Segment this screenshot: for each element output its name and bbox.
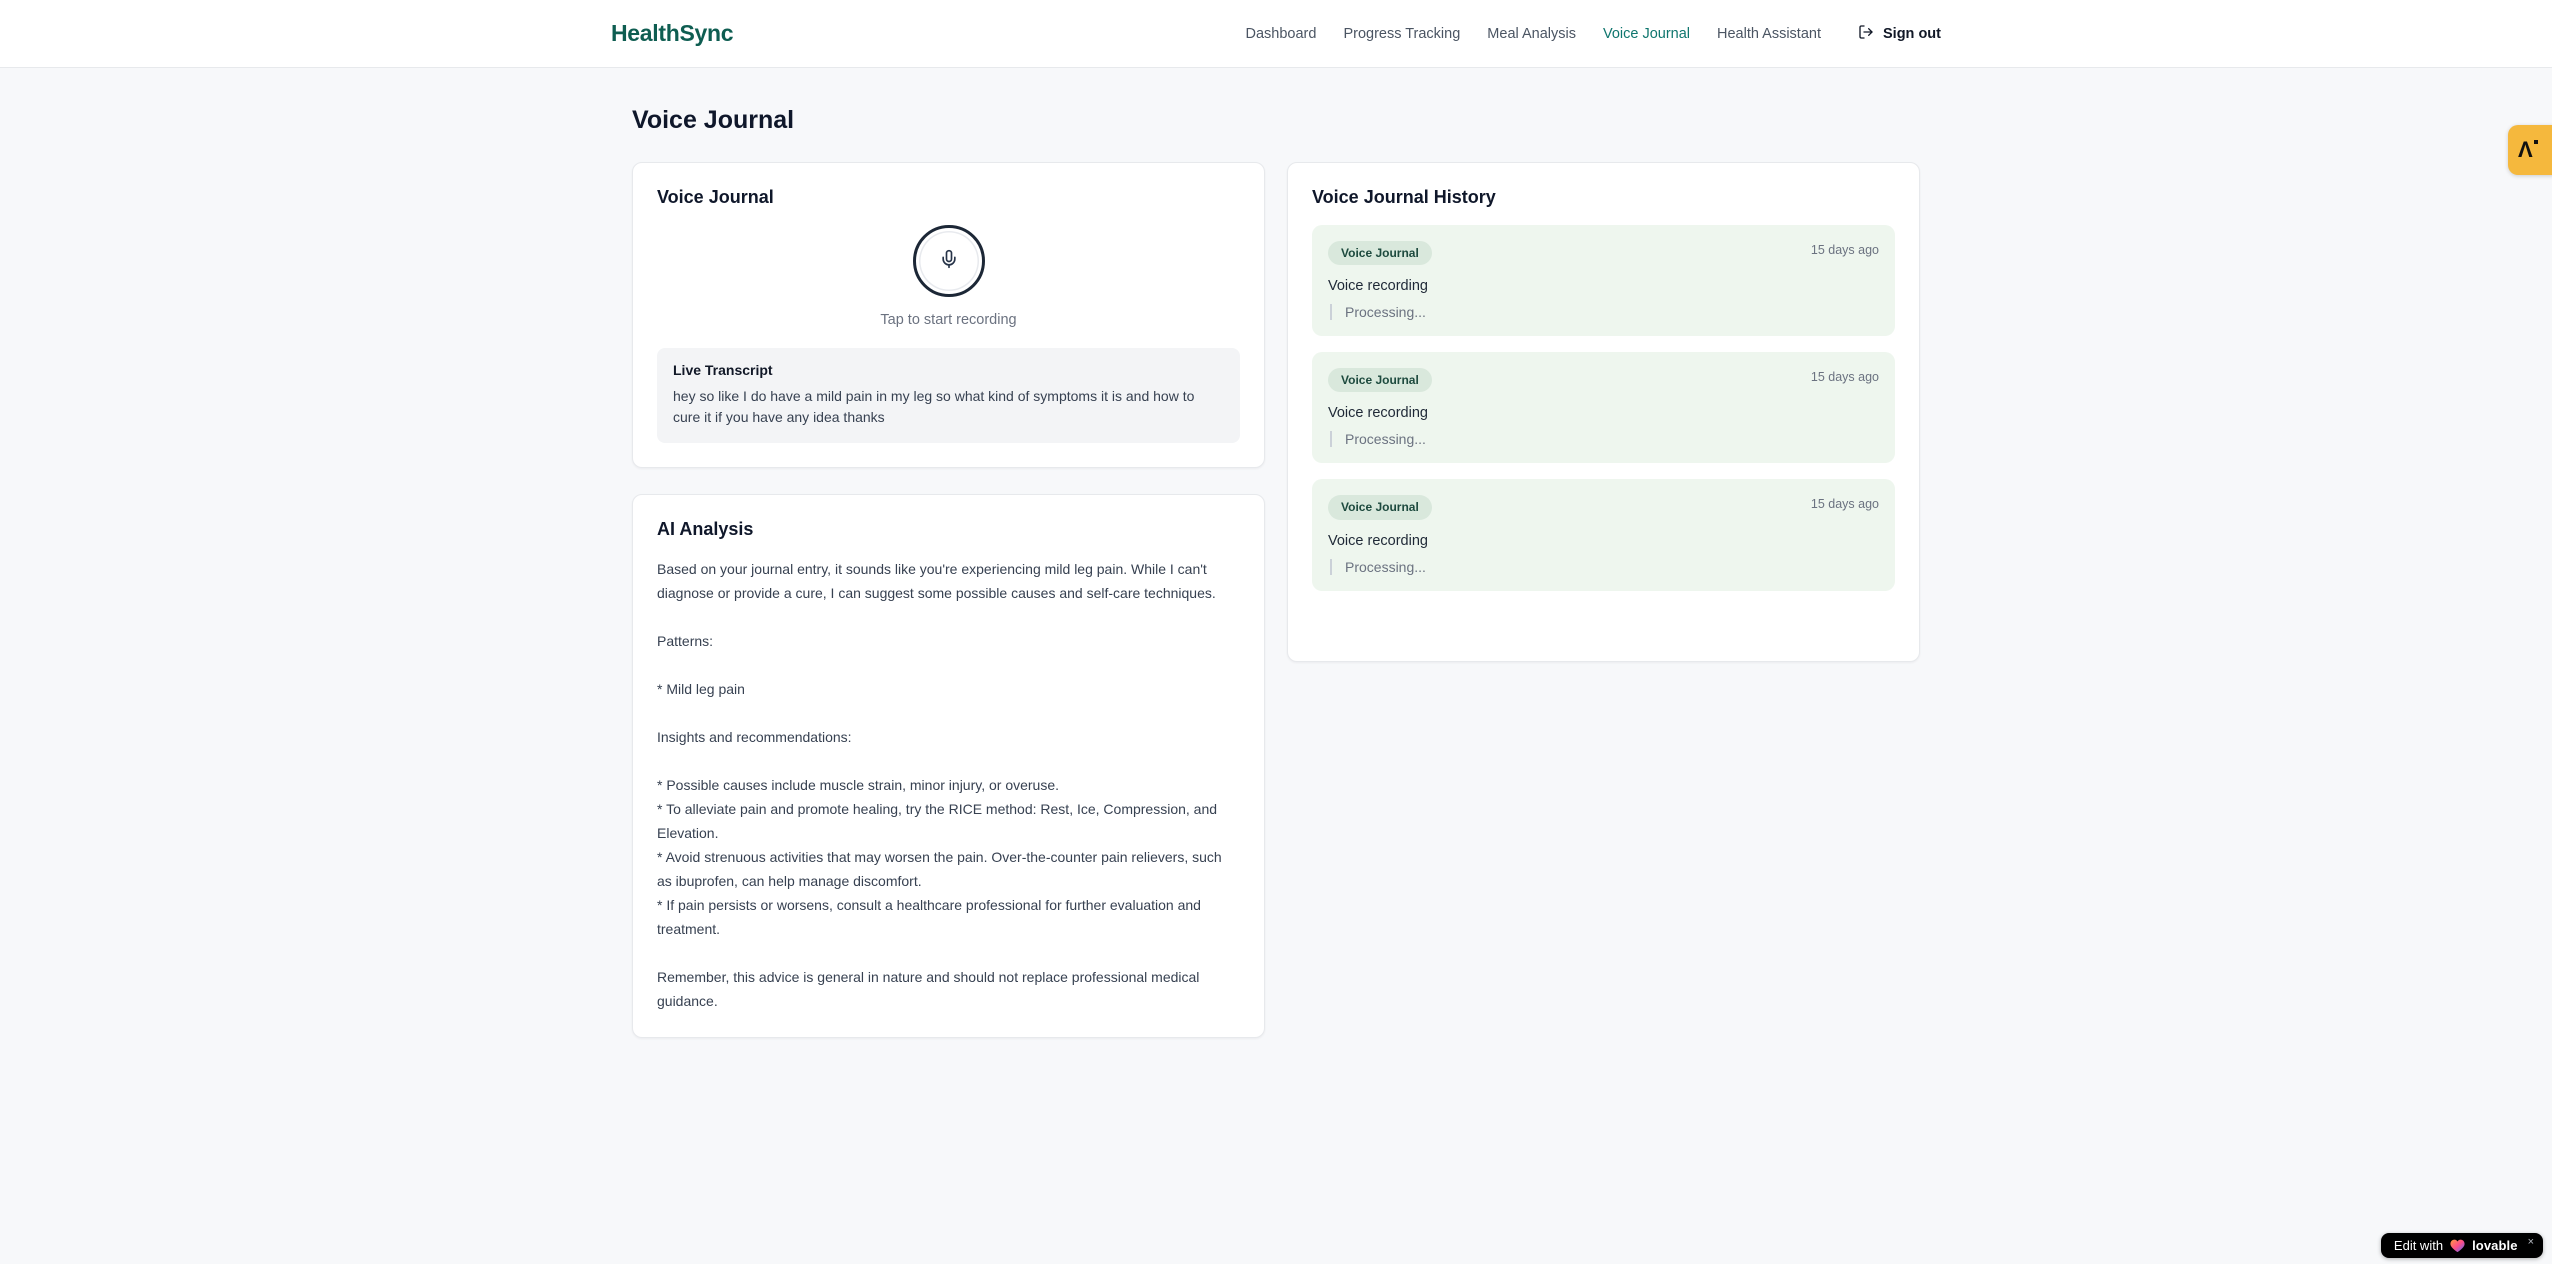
nav-item-dashboard[interactable]: Dashboard <box>1246 26 1317 42</box>
nav-item-progress-tracking[interactable]: Progress Tracking <box>1343 26 1460 42</box>
entry-timestamp: 15 days ago <box>1810 242 1879 257</box>
entry-title: Voice recording <box>1328 405 1428 422</box>
recorder-card-title: Voice Journal <box>657 187 774 207</box>
ai-analysis-body: Based on your journal entry, it sounds l… <box>657 560 1222 1009</box>
history-entry-list: Voice Journal 15 days ago Voice recordin… <box>1312 224 1895 591</box>
left-column: Voice Journal Tap to start recording Liv… <box>632 162 1265 1038</box>
entry-type-badge: Voice Journal <box>1328 495 1432 520</box>
main-nav: Dashboard Progress Tracking Meal Analysis V… <box>1246 24 1941 44</box>
sign-out-label: Sign out <box>1883 25 1941 42</box>
record-button[interactable] <box>912 224 985 297</box>
main-content: Voice Journal Voice Journal Tap to start… <box>632 68 1920 1038</box>
sign-out-button[interactable]: Sign out <box>1858 24 1941 44</box>
side-app-badge[interactable]: Λ <box>2508 125 2552 175</box>
close-icon[interactable]: × <box>2528 1237 2534 1248</box>
entry-timestamp: 15 days ago <box>1810 369 1879 384</box>
history-entry[interactable]: Voice Journal 15 days ago Voice recordin… <box>1312 351 1895 464</box>
live-transcript-text: hey so like I do have a mild pain in my … <box>673 387 1195 426</box>
history-entry[interactable]: Voice Journal 15 days ago Voice recordin… <box>1312 224 1895 336</box>
side-app-badge-icon: Λ <box>2518 137 2538 162</box>
nav-item-voice-journal[interactable]: Voice Journal <box>1603 26 1690 42</box>
heart-icon <box>2450 1239 2465 1253</box>
ai-analysis-title: AI Analysis <box>657 518 754 539</box>
entry-type-badge: Voice Journal <box>1328 367 1432 393</box>
entry-status: Processing... <box>1330 303 1879 320</box>
entry-status: Processing... <box>1330 431 1879 448</box>
mic-icon <box>939 249 959 272</box>
nav-item-health-assistant[interactable]: Health Assistant <box>1717 26 1821 42</box>
voice-journal-card: Voice Journal Tap to start recording Liv… <box>632 162 1265 468</box>
edit-with-lovable-badge[interactable]: Edit with lovable × <box>2380 1233 2543 1258</box>
entry-status: Processing... <box>1330 558 1879 575</box>
history-entry[interactable]: Voice Journal 15 days ago Voice recordin… <box>1312 479 1895 591</box>
entry-timestamp: 15 days ago <box>1810 497 1879 512</box>
live-transcript-label: Live Transcript <box>673 361 773 378</box>
logout-icon <box>1858 24 1874 44</box>
history-card-title: Voice Journal History <box>1312 187 1496 207</box>
entry-title: Voice recording <box>1328 532 1428 549</box>
entry-type-badge: Voice Journal <box>1328 240 1432 265</box>
lovable-brand-label: lovable <box>2472 1238 2518 1253</box>
edit-with-label: Edit with <box>2393 1238 2444 1253</box>
voice-journal-history-card: Voice Journal History Voice Journal 15 d… <box>1287 162 1920 662</box>
live-transcript-box: Live Transcript hey so like I do have a … <box>657 347 1240 443</box>
tap-to-record-hint: Tap to start recording <box>880 311 1017 328</box>
right-column: Voice Journal History Voice Journal 15 d… <box>1287 162 1920 662</box>
brand-logo[interactable]: HealthSync <box>611 20 734 47</box>
nav-item-meal-analysis[interactable]: Meal Analysis <box>1487 26 1576 42</box>
entry-title: Voice recording <box>1328 277 1428 294</box>
ai-analysis-card: AI Analysis Based on your journal entry,… <box>632 493 1265 1038</box>
app-header: HealthSync Dashboard Progress Tracking Mea… <box>0 0 2552 68</box>
page-title: Voice Journal <box>632 106 795 134</box>
